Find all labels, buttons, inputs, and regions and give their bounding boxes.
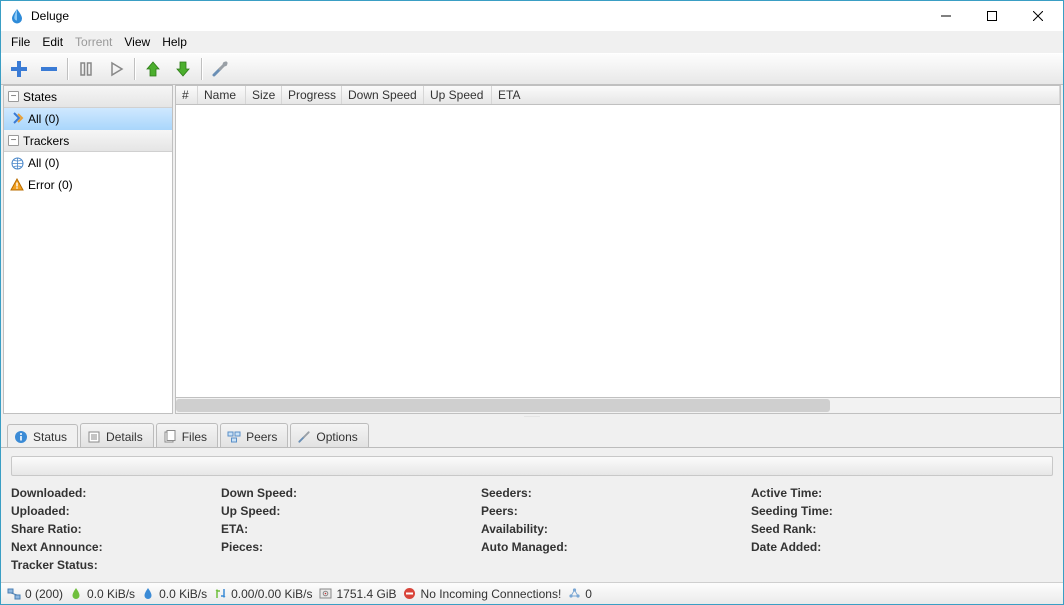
down-drop-icon (69, 587, 83, 601)
all-icon (10, 112, 24, 126)
tab-options[interactable]: Options (290, 423, 368, 447)
label-availability: Availability: (481, 522, 751, 536)
main-area: − States All (0) − Trackers All (0) Erro… (1, 85, 1063, 414)
label-next-announce: Next Announce: (11, 540, 221, 554)
label-seeding-time: Seeding Time: (751, 504, 1053, 518)
label-peers: Peers: (481, 504, 751, 518)
disk-icon (318, 587, 332, 601)
column-name[interactable]: Name (198, 86, 246, 104)
sidebar-trackers-label: Trackers (23, 134, 69, 148)
column-up[interactable]: Up Speed (424, 86, 492, 104)
menu-help[interactable]: Help (156, 33, 193, 51)
menu-torrent: Torrent (69, 33, 118, 51)
collapse-icon[interactable]: − (8, 135, 19, 146)
peers-icon (227, 430, 241, 444)
maximize-button[interactable] (969, 1, 1015, 31)
dht-icon (567, 587, 581, 601)
close-button[interactable] (1015, 1, 1061, 31)
status-connections[interactable]: 0 (200) (7, 587, 63, 601)
progress-bar (11, 456, 1053, 476)
details-icon (87, 430, 101, 444)
torrent-columns-header[interactable]: # Name Size Progress Down Speed Up Speed… (175, 85, 1061, 105)
connections-icon (7, 587, 21, 601)
sidebar-item-all[interactable]: All (0) (4, 108, 172, 130)
horizontal-scrollbar[interactable] (175, 398, 1061, 414)
tab-details[interactable]: Details (80, 423, 154, 447)
label-down-speed: Down Speed: (221, 486, 481, 500)
filter-sidebar: − States All (0) − Trackers All (0) Erro… (3, 85, 173, 414)
status-panel: Downloaded: Down Speed: Seeders: Active … (1, 447, 1063, 582)
column-progress[interactable]: Progress (282, 86, 342, 104)
collapse-icon[interactable]: − (8, 91, 19, 102)
tab-files[interactable]: Files (156, 423, 218, 447)
status-up-speed[interactable]: 0.0 KiB/s (141, 587, 207, 601)
sidebar-all-label: All (0) (28, 112, 59, 126)
add-torrent-button[interactable] (5, 56, 33, 82)
tab-peers[interactable]: Peers (220, 423, 288, 447)
sidebar-header-trackers[interactable]: − Trackers (4, 130, 172, 152)
status-down-speed[interactable]: 0.0 KiB/s (69, 587, 135, 601)
globe-icon (10, 156, 24, 170)
protocol-icon (213, 587, 227, 601)
label-up-speed: Up Speed: (221, 504, 481, 518)
warning-icon (10, 178, 24, 192)
sidebar-item-trackers-error[interactable]: Error (0) (4, 174, 172, 196)
files-icon (163, 430, 177, 444)
menu-edit[interactable]: Edit (36, 33, 69, 51)
label-share-ratio: Share Ratio: (11, 522, 221, 536)
sidebar-trackers-all-label: All (0) (28, 156, 59, 170)
remove-torrent-button[interactable] (35, 56, 63, 82)
toolbar (1, 53, 1063, 85)
scrollbar-thumb[interactable] (176, 399, 830, 412)
forbidden-icon (403, 587, 417, 601)
info-icon (14, 430, 28, 444)
status-warning[interactable]: No Incoming Connections! (403, 587, 562, 601)
detail-tabs: Status Details Files Peers Options (1, 420, 1063, 447)
label-downloaded: Downloaded: (11, 486, 221, 500)
status-protocol[interactable]: 0.00/0.00 KiB/s (213, 587, 312, 601)
window-title: Deluge (31, 9, 69, 23)
resume-button[interactable] (102, 56, 130, 82)
queue-up-button[interactable] (139, 56, 167, 82)
column-num[interactable]: # (176, 86, 198, 104)
tab-status[interactable]: Status (7, 424, 78, 448)
label-seeders: Seeders: (481, 486, 751, 500)
label-date-added: Date Added: (751, 540, 1053, 554)
preferences-button[interactable] (206, 56, 234, 82)
up-drop-icon (141, 587, 155, 601)
titlebar: Deluge (1, 1, 1063, 31)
column-down[interactable]: Down Speed (342, 86, 424, 104)
column-size[interactable]: Size (246, 86, 282, 104)
menubar: File Edit Torrent View Help (1, 31, 1063, 53)
label-pieces: Pieces: (221, 540, 481, 554)
label-seed-rank: Seed Rank: (751, 522, 1053, 536)
torrent-list-wrapper: # Name Size Progress Down Speed Up Speed… (175, 85, 1061, 414)
minimize-button[interactable] (923, 1, 969, 31)
status-disk[interactable]: 1751.4 GiB (318, 587, 396, 601)
menu-view[interactable]: View (118, 33, 156, 51)
column-eta[interactable]: ETA (492, 86, 1060, 104)
label-tracker-status: Tracker Status: (11, 558, 221, 572)
pause-button[interactable] (72, 56, 100, 82)
status-dht[interactable]: 0 (567, 587, 592, 601)
label-auto-managed: Auto Managed: (481, 540, 751, 554)
app-icon (9, 8, 25, 24)
queue-down-button[interactable] (169, 56, 197, 82)
label-active-time: Active Time: (751, 486, 1053, 500)
menu-file[interactable]: File (5, 33, 36, 51)
sidebar-item-trackers-all[interactable]: All (0) (4, 152, 172, 174)
torrent-list[interactable] (175, 105, 1061, 398)
sidebar-trackers-error-label: Error (0) (28, 178, 73, 192)
sidebar-states-label: States (23, 90, 57, 104)
label-uploaded: Uploaded: (11, 504, 221, 518)
options-icon (297, 430, 311, 444)
sidebar-header-states[interactable]: − States (4, 86, 172, 108)
statusbar: 0 (200) 0.0 KiB/s 0.0 KiB/s 0.00/0.00 Ki… (1, 582, 1063, 604)
label-eta: ETA: (221, 522, 481, 536)
